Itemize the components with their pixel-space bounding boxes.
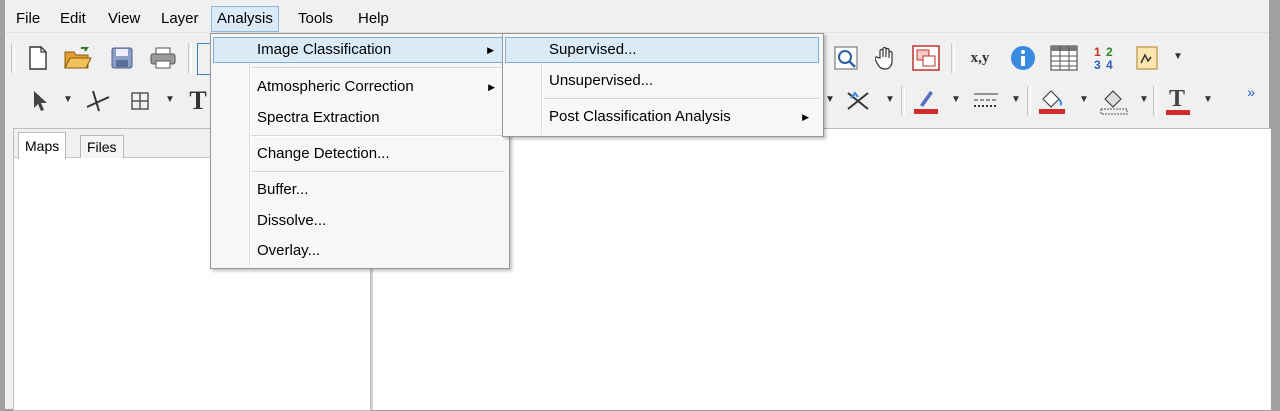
outline-color-dropdown-icon[interactable]: ▼ — [1139, 94, 1149, 105]
menu-edit[interactable]: Edit — [55, 7, 91, 31]
tab-files[interactable]: Files — [80, 135, 124, 158]
menu-item-buffer[interactable]: Buffer... — [213, 177, 505, 203]
xy-coordinates-icon[interactable]: x,y — [965, 43, 995, 73]
svg-text:3: 3 — [1094, 58, 1101, 71]
toolbar-separator — [901, 86, 905, 116]
menu-separator — [251, 67, 505, 69]
menu-separator — [543, 98, 819, 100]
dropdown-icon[interactable]: ▼ — [825, 94, 835, 105]
select-arrow-icon[interactable] — [25, 86, 55, 116]
menu-item-label: Supervised... — [549, 41, 637, 58]
menu-analysis[interactable]: Analysis — [211, 6, 279, 32]
analysis-menu: Image Classification ▶ Atmospheric Corre… — [210, 33, 510, 269]
toolbar-separator — [951, 43, 955, 73]
line-color-icon[interactable] — [911, 86, 941, 116]
menu-item-overlay[interactable]: Overlay... — [213, 238, 505, 264]
menu-item-label: Buffer... — [257, 181, 309, 198]
grid-icon[interactable] — [125, 86, 155, 116]
svg-text:T: T — [1169, 86, 1185, 112]
submenu-arrow-icon: ▶ — [802, 112, 809, 122]
attribute-table-icon[interactable] — [1049, 43, 1079, 73]
save-icon[interactable] — [107, 43, 137, 73]
outline-color-icon[interactable] — [1099, 86, 1129, 116]
grid-dropdown-icon[interactable]: ▼ — [165, 94, 175, 105]
tab-maps[interactable]: Maps — [18, 132, 67, 159]
menu-item-post-classification-analysis[interactable]: Post Classification Analysis ▶ — [505, 104, 819, 130]
toolbar-separator — [1153, 86, 1157, 116]
menu-item-label: Atmospheric Correction — [257, 78, 414, 95]
line-style-dropdown-icon[interactable]: ▼ — [1011, 94, 1021, 105]
menu-layer[interactable]: Layer — [156, 7, 204, 31]
menu-separator — [251, 171, 505, 173]
measure-dropdown-icon[interactable]: ▼ — [1173, 51, 1183, 62]
numbering-icon[interactable]: 1234 — [1090, 43, 1120, 73]
toolbar-grip — [11, 43, 15, 73]
delete-feature-icon[interactable] — [843, 86, 873, 116]
font-color-icon[interactable]: T — [1163, 86, 1193, 116]
xy-label: x,y — [970, 49, 990, 66]
font-color-dropdown-icon[interactable]: ▼ — [1203, 94, 1213, 105]
zoom-window-icon[interactable] — [831, 43, 861, 73]
menu-item-label: Overlay... — [257, 242, 321, 259]
menu-item-image-classification[interactable]: Image Classification ▶ — [213, 37, 505, 63]
menu-item-dissolve[interactable]: Dissolve... — [213, 208, 505, 234]
line-style-icon[interactable] — [971, 86, 1001, 116]
menu-bar: File Edit View Layer Analysis Tools Help — [5, 6, 1269, 33]
delete-dropdown-icon[interactable]: ▼ — [885, 94, 895, 105]
application-window: File Edit View Layer Analysis Tools Help — [5, 0, 1271, 411]
fill-color-icon[interactable] — [1037, 86, 1067, 116]
menu-separator — [251, 135, 505, 137]
select-dropdown-icon[interactable]: ▼ — [63, 94, 73, 105]
line-color-dropdown-icon[interactable]: ▼ — [951, 94, 961, 105]
menu-item-atmospheric-correction[interactable]: Atmospheric Correction ▶ — [213, 74, 505, 100]
toolbar-separator — [188, 43, 192, 73]
menu-view[interactable]: View — [103, 7, 145, 31]
info-icon[interactable] — [1008, 43, 1038, 73]
svg-text:2: 2 — [1106, 45, 1113, 59]
toolbar-overflow-icon[interactable]: » — [1247, 84, 1255, 100]
menu-item-label: Dissolve... — [257, 212, 327, 229]
menu-item-change-detection[interactable]: Change Detection... — [213, 141, 505, 167]
menu-help[interactable]: Help — [353, 7, 394, 31]
menu-tools[interactable]: Tools — [293, 7, 338, 31]
svg-text:4: 4 — [1106, 58, 1113, 71]
edit-vertex-icon[interactable] — [83, 86, 113, 116]
text-tool-glyph: T — [189, 86, 207, 115]
menu-item-supervised[interactable]: Supervised... — [505, 37, 819, 63]
menu-item-label: Change Detection... — [257, 145, 390, 162]
menu-file[interactable]: File — [11, 7, 45, 31]
menu-item-unsupervised[interactable]: Unsupervised... — [505, 68, 819, 94]
measure-icon[interactable] — [1133, 43, 1163, 73]
submenu-arrow-icon: ▶ — [488, 82, 495, 92]
menu-item-label: Unsupervised... — [549, 72, 654, 89]
new-file-icon[interactable] — [23, 43, 53, 73]
image-classification-submenu: Supervised... Unsupervised... Post Class… — [502, 33, 824, 137]
menu-item-label: Image Classification — [257, 41, 392, 58]
submenu-arrow-icon: ▶ — [487, 45, 494, 55]
open-folder-icon[interactable] — [63, 43, 93, 73]
toolbar-separator — [1027, 86, 1031, 116]
zoom-extent-icon[interactable] — [911, 43, 941, 73]
text-tool-icon[interactable]: T — [183, 86, 213, 116]
svg-text:1: 1 — [1094, 45, 1101, 59]
menu-item-label: Post Classification Analysis — [549, 108, 731, 125]
menu-item-spectra-extraction[interactable]: Spectra Extraction — [213, 105, 505, 131]
fill-color-dropdown-icon[interactable]: ▼ — [1079, 94, 1089, 105]
pan-hand-icon[interactable] — [871, 43, 901, 73]
print-icon[interactable] — [148, 43, 178, 73]
menu-item-label: Spectra Extraction — [257, 109, 380, 126]
